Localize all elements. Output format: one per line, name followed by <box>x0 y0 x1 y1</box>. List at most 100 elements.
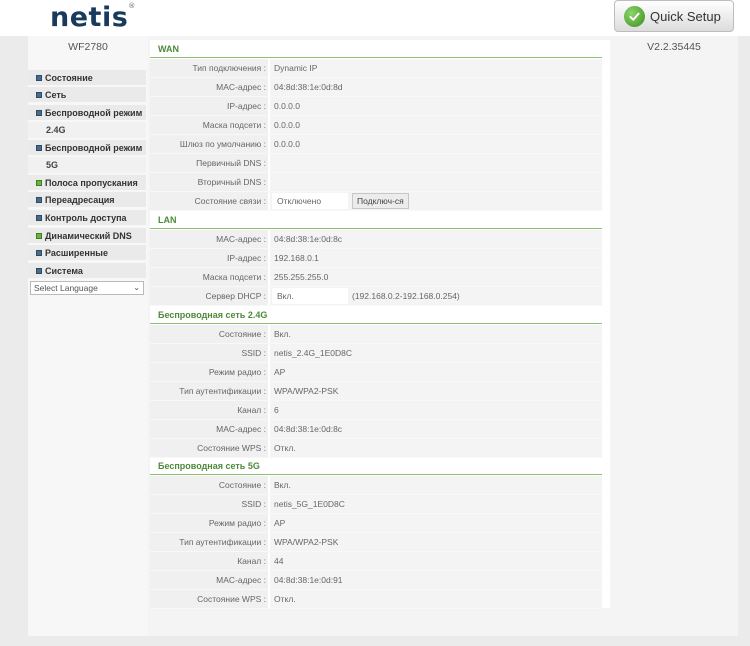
sidebar-item-system[interactable]: Система <box>28 263 146 279</box>
wan-section-title: WAN <box>150 40 602 58</box>
lan-row-mac: MAC-адрес : 04:8d:38:1e:0d:8c <box>150 230 602 249</box>
sidebar-item-access-control[interactable]: Контроль доступа <box>28 210 146 226</box>
sidebar-item-network[interactable]: Сеть <box>28 87 146 103</box>
wifi24-row-channel: Канал : 6 <box>150 401 602 420</box>
row-label: Состояние WPS : <box>150 590 268 608</box>
wifi24-row-ssid: SSID : netis_2.4G_1E0D8C <box>150 344 602 363</box>
row-value: 6 <box>274 405 279 415</box>
network-icon <box>36 91 42 98</box>
row-label: MAC-адрес : <box>150 571 268 589</box>
row-value: Откл. <box>274 443 296 453</box>
wan-row-gateway: Шлюз по умолчанию : 0.0.0.0 <box>150 135 602 154</box>
sidebar: WF2780 Состояние Сеть Беспроводной режим… <box>28 36 148 636</box>
row-label: IP-адрес : <box>150 249 268 267</box>
quick-setup-button[interactable]: Quick Setup <box>614 0 734 32</box>
bandwidth-icon <box>36 179 42 186</box>
wifi24-row-mac: MAC-адрес : 04:8d:38:1e:0d:8c <box>150 420 602 439</box>
row-value: Вкл. <box>274 329 291 339</box>
row-value: 04:8d:38:1e:0d:91 <box>274 575 343 585</box>
row-label: MAC-адрес : <box>150 78 268 96</box>
row-value: netis_2.4G_1E0D8C <box>274 348 352 358</box>
wan-row-connection-type: Тип подключения : Dynamic IP <box>150 59 602 78</box>
row-value: WPA/WPA2-PSK <box>274 386 339 396</box>
row-value: 0.0.0.0 <box>274 139 300 149</box>
row-value: netis_5G_1E0D8C <box>274 499 345 509</box>
row-value-bg <box>270 325 602 343</box>
row-label: Состояние : <box>150 476 268 494</box>
sidebar-item-wireless-5g[interactable]: Беспроводной режим <box>28 140 146 156</box>
wan-row-mac: MAC-адрес : 04:8d:38:1e:0d:8d <box>150 78 602 97</box>
status-panel: WAN Тип подключения : Dynamic IP MAC-адре… <box>150 40 610 609</box>
sidebar-item-wireless-5g-sub[interactable]: 5G <box>28 157 146 173</box>
row-label: Состояние связи : <box>150 192 268 210</box>
row-label: Шлюз по умолчанию : <box>150 135 268 153</box>
wifi24-row-radio-mode: Режим радио : AP <box>150 363 602 382</box>
sidebar-item-label: Система <box>45 265 83 276</box>
wifi24-row-auth: Тип аутентификации : WPA/WPA2-PSK <box>150 382 602 401</box>
sidebar-item-bandwidth[interactable]: Полоса пропускания <box>28 175 146 191</box>
row-value: AP <box>274 367 286 377</box>
wifi5-row-wps: Состояние WPS : Откл. <box>150 590 602 609</box>
sidebar-item-ddns[interactable]: Динамический DNS <box>28 228 146 244</box>
row-value-bg <box>270 173 602 191</box>
row-label: Маска подсети : <box>150 268 268 286</box>
row-value: WPA/WPA2-PSK <box>274 537 339 547</box>
row-label: Маска подсети : <box>150 116 268 134</box>
row-label: Первичный DNS : <box>150 154 268 172</box>
wifi24-section-title: Беспроводная сеть 2.4G <box>150 306 602 324</box>
logo-text: netis <box>50 2 129 33</box>
language-select-value: Select Language <box>34 283 98 293</box>
sidebar-item-wireless-24g-sub[interactable]: 2.4G <box>28 122 146 138</box>
quick-setup-label: Quick Setup <box>650 8 721 24</box>
sidebar-item-status[interactable]: Состояние <box>28 70 146 86</box>
wan-row-ip: IP-адрес : 0.0.0.0 <box>150 97 602 116</box>
lan-row-ip: IP-адрес : 192.168.0.1 <box>150 249 602 268</box>
row-value: 04:8d:38:1e:0d:8d <box>274 82 343 92</box>
row-value: 44 <box>274 556 284 566</box>
sidebar-item-wireless-24g[interactable]: Беспроводной режим <box>28 105 146 121</box>
row-label: Тип аутентификации : <box>150 533 268 551</box>
row-value: Вкл. <box>277 291 294 301</box>
wifi24-row-status: Состояние : Вкл. <box>150 325 602 344</box>
chevron-down-icon: ⌄ <box>133 283 140 292</box>
wifi5-row-channel: Канал : 44 <box>150 552 602 571</box>
reconnect-button[interactable]: Подключ-ся <box>352 193 409 209</box>
row-label: Канал : <box>150 401 268 419</box>
ddns-icon <box>36 232 42 239</box>
row-value-bg <box>270 514 602 532</box>
row-label: MAC-адрес : <box>150 230 268 248</box>
sidebar-item-advanced[interactable]: Расширенные <box>28 245 146 261</box>
row-value-bg <box>270 401 602 419</box>
row-value: AP <box>274 518 286 528</box>
language-select[interactable]: Select Language ⌄ <box>30 281 144 295</box>
wifi24-row-wps: Состояние WPS : Откл. <box>150 439 602 458</box>
row-value-bg <box>270 590 602 608</box>
row-value: Откл. <box>274 594 296 604</box>
sidebar-item-label: Контроль доступа <box>45 212 127 223</box>
row-label: Режим радио : <box>150 363 268 381</box>
sidebar-item-label: Расширенные <box>45 247 108 258</box>
wan-row-link-status: Состояние связи : Отключено Подключ-ся <box>150 192 602 211</box>
forwarding-icon <box>36 196 42 203</box>
sidebar-item-forwarding[interactable]: Переадресация <box>28 192 146 208</box>
sidebar-item-label: Переадресация <box>45 194 115 205</box>
row-value: Вкл. <box>274 480 291 490</box>
wifi5-row-mac: MAC-адрес : 04:8d:38:1e:0d:91 <box>150 571 602 590</box>
netis-logo: netis® <box>50 2 136 33</box>
row-label: Вторичный DNS : <box>150 173 268 191</box>
row-label: Тип аутентификации : <box>150 382 268 400</box>
row-value-bg <box>270 97 602 115</box>
sidebar-item-label: Беспроводной режим <box>45 142 143 153</box>
row-value: 04:8d:38:1e:0d:8c <box>274 424 343 434</box>
row-label: IP-адрес : <box>150 97 268 115</box>
row-value-bg <box>270 59 602 77</box>
sidebar-item-label: 2.4G <box>46 125 66 135</box>
firmware-version: V2.2.35445 <box>647 41 701 53</box>
lan-row-subnet: Маска подсети : 255.255.255.0 <box>150 268 602 287</box>
row-label: Канал : <box>150 552 268 570</box>
row-label: Режим радио : <box>150 514 268 532</box>
row-label: SSID : <box>150 344 268 362</box>
row-value-bg <box>270 116 602 134</box>
row-label: Сервер DHCP : <box>150 287 268 305</box>
row-label: Тип подключения : <box>150 59 268 77</box>
